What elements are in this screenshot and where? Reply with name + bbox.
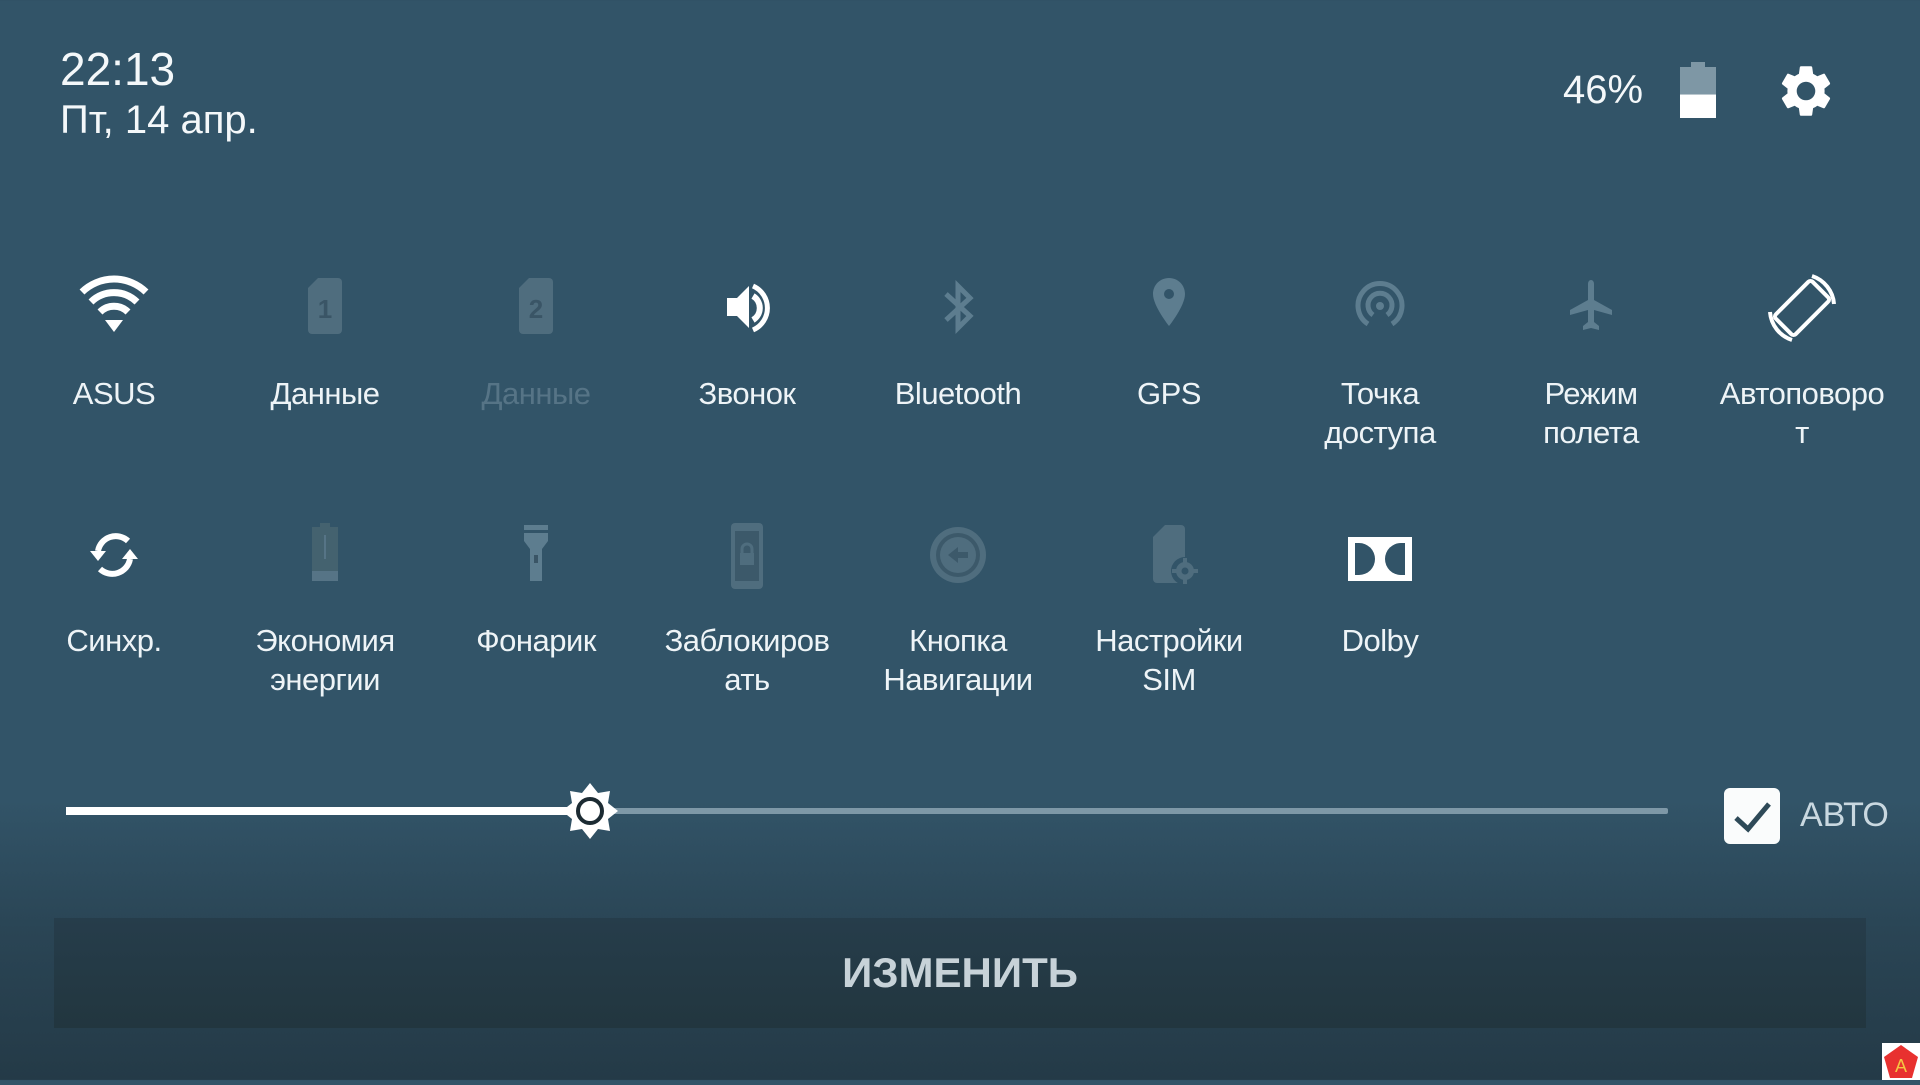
tile-flashlight[interactable]: Фонарик [431,515,641,660]
sim-1-icon: 1 [308,278,342,334]
clock-time: 22:13 [60,43,176,95]
checkmark-icon [1734,802,1771,833]
tile-sim-settings[interactable]: Настройки SIM [1064,515,1274,699]
bluetooth-icon [944,279,974,335]
tile-label: Данные [481,376,592,411]
tile-auto-rotate[interactable]: Автоповоро т [1697,268,1907,452]
sim-2-icon: 2 [519,278,553,334]
hotspot-icon [1355,281,1405,327]
nav-button-icon [930,527,986,583]
volume-icon [727,283,770,333]
tile-label: Режим полета [1543,376,1639,450]
auto-rotate-icon [1768,274,1836,342]
sync-icon [90,533,138,577]
location-pin-icon [1153,278,1185,326]
tile-dolby[interactable]: Dolby [1275,515,1485,660]
power-saver-icon [312,523,338,581]
brightness-thumb-sun-icon[interactable] [560,781,620,841]
svg-text:1: 1 [318,294,332,324]
settings-gear-icon[interactable] [1775,60,1837,122]
tile-label: Звонок [698,376,796,411]
tile-label: Автоповоро т [1719,376,1885,450]
tile-wifi[interactable]: ASUS [9,268,219,413]
clock-date: Пт, 14 апр. [60,98,258,142]
tile-label: Заблокиров ать [664,623,830,697]
lock-screen-icon [731,523,763,589]
brightness-slider[interactable] [66,783,1668,839]
tile-airplane-mode[interactable]: Режим полета [1486,268,1696,452]
tile-label: Синхр. [66,623,162,658]
tile-bluetooth[interactable]: Bluetooth [853,268,1063,413]
tile-label: Dolby [1341,623,1419,658]
edit-button[interactable]: ИЗМЕНИТЬ [54,918,1866,1028]
tile-hotspot[interactable]: Точка доступа [1275,268,1485,452]
svg-text:A: A [1895,1056,1907,1076]
red-pentagon-a-icon: A [1884,1045,1918,1078]
battery-percent: 46% [1563,68,1644,112]
dolby-icon [1348,537,1412,581]
tile-nav-button[interactable]: Кнопка Навигации [853,515,1063,699]
tile-label: Точка доступа [1324,376,1436,450]
tile-sound[interactable]: Звонок [642,268,852,413]
airplane-icon [1570,280,1612,330]
tile-label: Экономия энергии [255,623,395,697]
tile-label: GPS [1137,376,1201,411]
tile-sim1-data[interactable]: 1 Данные [220,268,430,413]
svg-text:2: 2 [529,294,543,324]
tile-label: ASUS [72,376,156,411]
tile-label: Фонарик [476,623,596,658]
tile-label: Настройки SIM [1095,623,1243,697]
auto-brightness-label: АВТО [1800,796,1889,834]
tile-label: Кнопка Навигации [883,623,1033,697]
tile-sync[interactable]: Синхр. [9,515,219,660]
auto-brightness-checkbox[interactable] [1724,788,1780,844]
tile-sim2-data[interactable]: 2 Данные [431,268,641,413]
brightness-fill [66,807,590,815]
sim-settings-icon [1153,525,1199,585]
app-badge: A [1882,1043,1920,1080]
wifi-icon [79,275,149,332]
tile-label: Bluetooth [894,376,1022,411]
flashlight-icon [524,525,548,581]
tile-gps[interactable]: GPS [1064,268,1274,413]
tile-lock-screen[interactable]: Заблокиров ать [642,515,852,699]
tile-power-saver[interactable]: Экономия энергии [220,515,430,699]
battery-icon [1680,62,1716,118]
tile-label: Данные [270,376,381,411]
